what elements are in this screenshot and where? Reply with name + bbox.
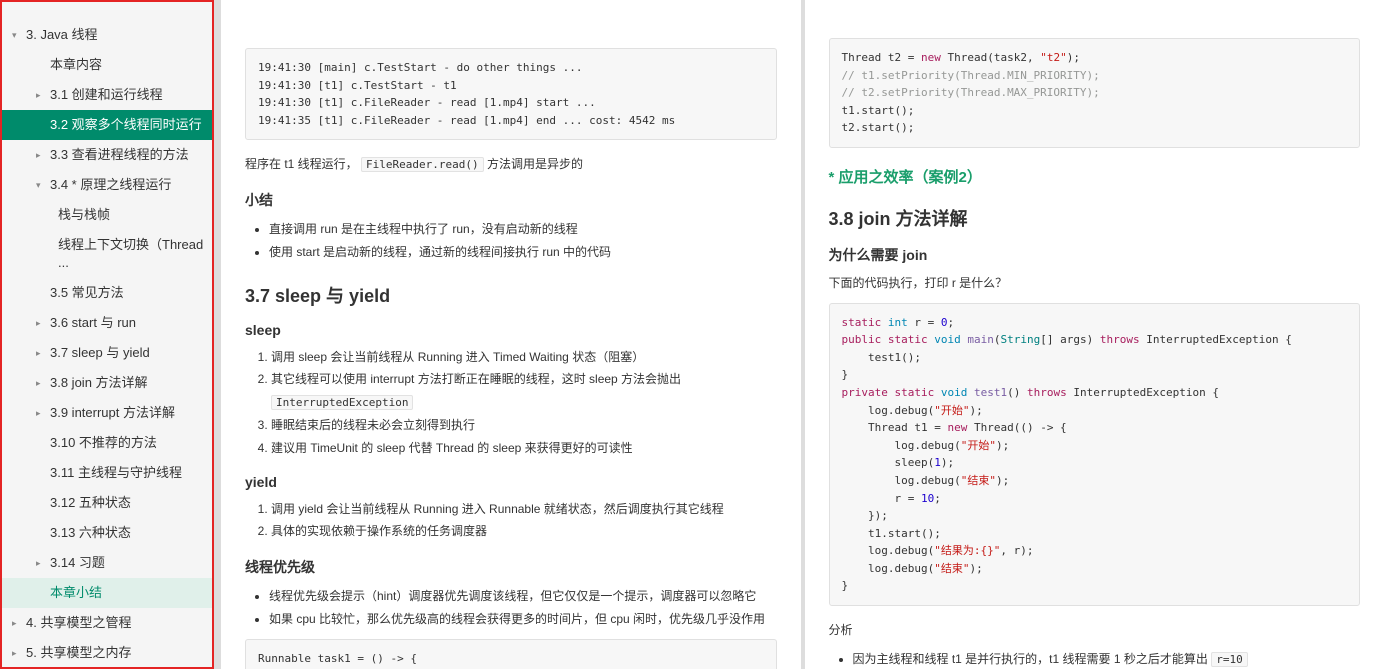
heading-38: 3.8 join 方法详解	[829, 205, 1361, 231]
text: 程序在 t1 线程运行，	[245, 157, 358, 171]
paragraph: 分析	[829, 620, 1361, 642]
nav-item-5[interactable]: 3.4 * 原理之线程运行	[2, 170, 212, 200]
heading-case2: * 应用之效率（案例2）	[829, 166, 1361, 187]
heading-priority: 线程优先级	[245, 557, 777, 577]
nav-item-11[interactable]: 3.8 join 方法详解	[2, 368, 212, 398]
inline-code: FileReader.read()	[361, 157, 484, 172]
nav-item-19[interactable]: 4. 共享模型之管程	[2, 608, 212, 638]
list-item: 如果 cpu 比较忙，那么优先级高的线程会获得更多的时间片，但 cpu 闲时，优…	[269, 608, 777, 631]
code-block-join: static int r = 0; public static void mai…	[829, 303, 1361, 607]
nav-item-13[interactable]: 3.10 不推荐的方法	[2, 428, 212, 458]
nav-item-6[interactable]: 栈与栈帧	[2, 200, 212, 230]
nav-item-3[interactable]: 3.2 观察多个线程同时运行	[2, 110, 212, 140]
list-item: 具体的实现依赖于操作系统的任务调度器	[271, 520, 777, 543]
code-block-thread: Thread t2 = new Thread(task2, "t2"); // …	[829, 38, 1361, 148]
content-panes: 19:41:30 [main] c.TestStart - do other t…	[221, 0, 1384, 669]
bullet-list: 线程优先级会提示（hint）调度器优先调度该线程，但它仅仅是一个提示，调度器可以…	[245, 585, 777, 631]
nav-item-14[interactable]: 3.11 主线程与守护线程	[2, 458, 212, 488]
list-item: 睡眠结束后的线程未必会立刻得到执行	[271, 414, 777, 437]
heading-why-join: 为什么需要 join	[829, 245, 1361, 265]
text: 因为主线程和线程 t1 是并行执行的，t1 线程需要 1 秒之后才能算出	[853, 652, 1212, 666]
paragraph: 程序在 t1 线程运行， FileReader.read() 方法调用是异步的	[245, 154, 777, 176]
nav-item-18[interactable]: 本章小结	[2, 578, 212, 608]
nav-item-9[interactable]: 3.6 start 与 run	[2, 308, 212, 338]
right-pane: Thread t2 = new Thread(task2, "t2"); // …	[801, 0, 1384, 669]
list-item: 其它线程可以使用 interrupt 方法打断正在睡眠的线程，这时 sleep …	[271, 368, 777, 414]
nav-item-16[interactable]: 3.13 六种状态	[2, 518, 212, 548]
nav-item-1[interactable]: 本章内容	[2, 50, 212, 80]
heading-summary: 小结	[245, 190, 777, 210]
nav-item-10[interactable]: 3.7 sleep 与 yield	[2, 338, 212, 368]
list-item: 建议用 TimeUnit 的 sleep 代替 Thread 的 sleep 来…	[271, 437, 777, 460]
heading-37: 3.7 sleep 与 yield	[245, 282, 777, 308]
list-item: 调用 sleep 会让当前线程从 Running 进入 Timed Waitin…	[271, 346, 777, 369]
nav-item-7[interactable]: 线程上下文切换（Thread ...	[2, 230, 212, 278]
nav-item-0[interactable]: 3. Java 线程	[2, 20, 212, 50]
sidebar: 3. Java 线程本章内容3.1 创建和运行线程3.2 观察多个线程同时运行3…	[0, 0, 214, 669]
inline-code: InterruptedException	[271, 395, 413, 410]
ordered-list: 调用 sleep 会让当前线程从 Running 进入 Timed Waitin…	[245, 346, 777, 460]
list-item: 调用 yield 会让当前线程从 Running 进入 Runnable 就绪状…	[271, 498, 777, 521]
nav-item-17[interactable]: 3.14 习题	[2, 548, 212, 578]
list-item: 线程优先级会提示（hint）调度器优先调度该线程，但它仅仅是一个提示，调度器可以…	[269, 585, 777, 608]
nav-item-4[interactable]: 3.3 查看进程线程的方法	[2, 140, 212, 170]
list-item: 直接调用 run 是在主线程中执行了 run，没有启动新的线程	[269, 218, 777, 241]
nav-item-12[interactable]: 3.9 interrupt 方法详解	[2, 398, 212, 428]
text: 方法调用是异步的	[487, 157, 583, 171]
list-item: 使用 start 是启动新的线程，通过新的线程间接执行 run 中的代码	[269, 241, 777, 264]
heading-sleep: sleep	[245, 322, 777, 338]
heading-yield: yield	[245, 474, 777, 490]
log-output-block: 19:41:30 [main] c.TestStart - do other t…	[245, 48, 777, 140]
paragraph: 下面的代码执行，打印 r 是什么？	[829, 273, 1361, 295]
ordered-list: 调用 yield 会让当前线程从 Running 进入 Runnable 就绪状…	[245, 498, 777, 544]
nav-item-15[interactable]: 3.12 五种状态	[2, 488, 212, 518]
nav-item-2[interactable]: 3.1 创建和运行线程	[2, 80, 212, 110]
left-pane: 19:41:30 [main] c.TestStart - do other t…	[221, 0, 801, 669]
code-block-runnable: Runnable task1 = () -> { int count = 0; …	[245, 639, 777, 669]
bullet-list: 因为主线程和线程 t1 是并行执行的，t1 线程需要 1 秒之后才能算出 r=1…	[829, 648, 1361, 669]
bullet-list: 直接调用 run 是在主线程中执行了 run，没有启动新的线程 使用 start…	[245, 218, 777, 264]
list-item: 因为主线程和线程 t1 是并行执行的，t1 线程需要 1 秒之后才能算出 r=1…	[853, 648, 1361, 669]
nav-item-8[interactable]: 3.5 常见方法	[2, 278, 212, 308]
pane-divider	[214, 0, 221, 669]
text: 其它线程可以使用 interrupt 方法打断正在睡眠的线程，这时 sleep …	[271, 372, 681, 386]
nav-item-20[interactable]: 5. 共享模型之内存	[2, 638, 212, 668]
inline-code: r=10	[1211, 652, 1248, 667]
